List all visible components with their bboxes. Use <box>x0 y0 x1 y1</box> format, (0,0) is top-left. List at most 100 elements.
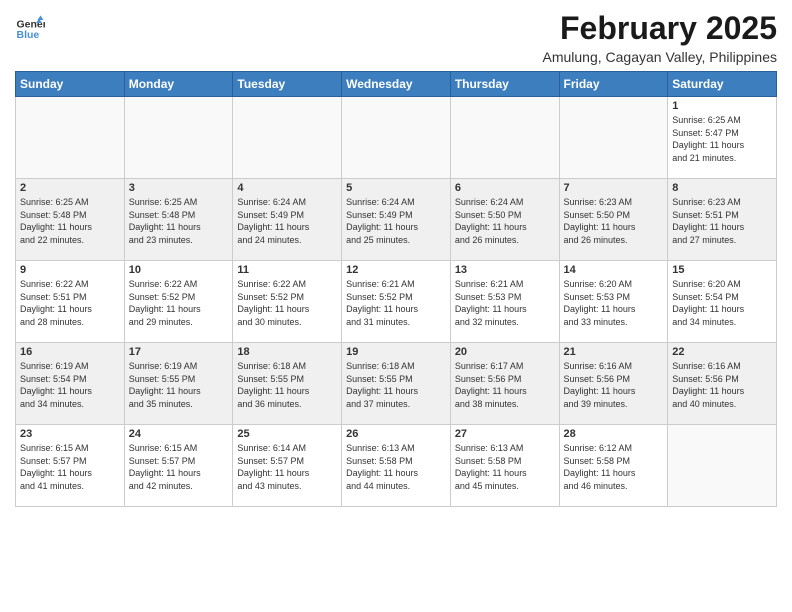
day-number: 25 <box>237 428 337 440</box>
table-row: 27 Sunrise: 6:13 AM Sunset: 5:58 PM Dayli… <box>450 425 559 507</box>
day-number: 6 <box>455 182 555 194</box>
day-info: Sunrise: 6:25 AM Sunset: 5:47 PM Dayligh… <box>672 114 772 164</box>
day-info: Sunrise: 6:18 AM Sunset: 5:55 PM Dayligh… <box>346 360 446 410</box>
day-number: 27 <box>455 428 555 440</box>
table-row: 15Sunrise: 6:20 AM Sunset: 5:54 PM Dayli… <box>668 261 777 343</box>
table-row <box>16 97 125 179</box>
day-number: 5 <box>346 182 446 194</box>
day-info: Sunrise: 6:19 AM Sunset: 5:54 PM Dayligh… <box>20 360 120 410</box>
table-row: 6 Sunrise: 6:24 AM Sunset: 5:50 PM Daylig… <box>450 179 559 261</box>
table-row: 20 Sunrise: 6:17 AM Sunset: 5:56 PM Dayli… <box>450 343 559 425</box>
svg-text:Blue: Blue <box>17 29 40 41</box>
header-monday: Monday <box>124 72 233 97</box>
table-row: 16 Sunrise: 6:19 AM Sunset: 5:54 PM Dayli… <box>16 343 125 425</box>
day-info: Sunrise: 6:23 AM Sunset: 5:50 PM Dayligh… <box>564 196 664 246</box>
logo-icon: General Blue <box>15 14 45 44</box>
table-row: 9 Sunrise: 6:22 AM Sunset: 5:51 PM Daylig… <box>16 261 125 343</box>
day-info: Sunrise: 6:12 AM Sunset: 5:58 PM Dayligh… <box>564 442 664 492</box>
day-info: Sunrise: 6:22 AM Sunset: 5:51 PM Dayligh… <box>20 278 120 328</box>
day-number: 8 <box>672 182 772 194</box>
day-info: Sunrise: 6:13 AM Sunset: 5:58 PM Dayligh… <box>346 442 446 492</box>
day-number: 3 <box>129 182 229 194</box>
table-row: 10 Sunrise: 6:22 AM Sunset: 5:52 PM Dayli… <box>124 261 233 343</box>
day-number: 7 <box>564 182 664 194</box>
table-row <box>233 97 342 179</box>
calendar-week-row: 23 Sunrise: 6:15 AM Sunset: 5:57 PM Dayli… <box>16 425 777 507</box>
day-number: 20 <box>455 346 555 358</box>
table-row: 14 Sunrise: 6:20 AM Sunset: 5:53 PM Dayli… <box>559 261 668 343</box>
table-row: 5 Sunrise: 6:24 AM Sunset: 5:49 PM Daylig… <box>342 179 451 261</box>
header-thursday: Thursday <box>450 72 559 97</box>
day-number: 18 <box>237 346 337 358</box>
day-info: Sunrise: 6:20 AM Sunset: 5:53 PM Dayligh… <box>564 278 664 328</box>
table-row <box>559 97 668 179</box>
day-number: 24 <box>129 428 229 440</box>
table-row: 1 Sunrise: 6:25 AM Sunset: 5:47 PM Daylig… <box>668 97 777 179</box>
day-info: Sunrise: 6:25 AM Sunset: 5:48 PM Dayligh… <box>20 196 120 246</box>
table-row: 28 Sunrise: 6:12 AM Sunset: 5:58 PM Dayli… <box>559 425 668 507</box>
day-info: Sunrise: 6:22 AM Sunset: 5:52 PM Dayligh… <box>129 278 229 328</box>
table-row <box>450 97 559 179</box>
day-number: 10 <box>129 264 229 276</box>
logo: General Blue <box>15 14 47 44</box>
calendar-week-row: 9 Sunrise: 6:22 AM Sunset: 5:51 PM Daylig… <box>16 261 777 343</box>
day-number: 26 <box>346 428 446 440</box>
day-number: 28 <box>564 428 664 440</box>
day-number: 12 <box>346 264 446 276</box>
day-info: Sunrise: 6:24 AM Sunset: 5:49 PM Dayligh… <box>237 196 337 246</box>
table-row: 17 Sunrise: 6:19 AM Sunset: 5:55 PM Dayli… <box>124 343 233 425</box>
calendar-header-row: Sunday Monday Tuesday Wednesday Thursday… <box>16 72 777 97</box>
table-row: 12 Sunrise: 6:21 AM Sunset: 5:52 PM Dayli… <box>342 261 451 343</box>
day-number: 17 <box>129 346 229 358</box>
day-number: 22 <box>672 346 772 358</box>
day-info: Sunrise: 6:21 AM Sunset: 5:52 PM Dayligh… <box>346 278 446 328</box>
day-info: Sunrise: 6:13 AM Sunset: 5:58 PM Dayligh… <box>455 442 555 492</box>
day-number: 1 <box>672 100 772 112</box>
day-info: Sunrise: 6:19 AM Sunset: 5:55 PM Dayligh… <box>129 360 229 410</box>
day-info: Sunrise: 6:16 AM Sunset: 5:56 PM Dayligh… <box>672 360 772 410</box>
header-wednesday: Wednesday <box>342 72 451 97</box>
table-row: 25 Sunrise: 6:14 AM Sunset: 5:57 PM Dayli… <box>233 425 342 507</box>
header-saturday: Saturday <box>668 72 777 97</box>
table-row: 23 Sunrise: 6:15 AM Sunset: 5:57 PM Dayli… <box>16 425 125 507</box>
day-number: 4 <box>237 182 337 194</box>
day-info: Sunrise: 6:14 AM Sunset: 5:57 PM Dayligh… <box>237 442 337 492</box>
table-row: 2Sunrise: 6:25 AM Sunset: 5:48 PM Daylig… <box>16 179 125 261</box>
day-info: Sunrise: 6:23 AM Sunset: 5:51 PM Dayligh… <box>672 196 772 246</box>
day-info: Sunrise: 6:24 AM Sunset: 5:50 PM Dayligh… <box>455 196 555 246</box>
day-info: Sunrise: 6:15 AM Sunset: 5:57 PM Dayligh… <box>20 442 120 492</box>
table-row: 19 Sunrise: 6:18 AM Sunset: 5:55 PM Dayli… <box>342 343 451 425</box>
calendar-table: Sunday Monday Tuesday Wednesday Thursday… <box>15 71 777 507</box>
day-number: 21 <box>564 346 664 358</box>
header-sunday: Sunday <box>16 72 125 97</box>
page-title: February 2025 <box>542 10 777 47</box>
table-row <box>342 97 451 179</box>
table-row <box>124 97 233 179</box>
page-subtitle: Amulung, Cagayan Valley, Philippines <box>542 49 777 65</box>
table-row: 4 Sunrise: 6:24 AM Sunset: 5:49 PM Daylig… <box>233 179 342 261</box>
header-friday: Friday <box>559 72 668 97</box>
day-info: Sunrise: 6:18 AM Sunset: 5:55 PM Dayligh… <box>237 360 337 410</box>
day-info: Sunrise: 6:15 AM Sunset: 5:57 PM Dayligh… <box>129 442 229 492</box>
day-number: 23 <box>20 428 120 440</box>
table-row: 8 Sunrise: 6:23 AM Sunset: 5:51 PM Daylig… <box>668 179 777 261</box>
header-tuesday: Tuesday <box>233 72 342 97</box>
calendar-week-row: 1 Sunrise: 6:25 AM Sunset: 5:47 PM Daylig… <box>16 97 777 179</box>
title-block: February 2025 Amulung, Cagayan Valley, P… <box>542 10 777 65</box>
table-row <box>668 425 777 507</box>
day-number: 16 <box>20 346 120 358</box>
table-row: 7 Sunrise: 6:23 AM Sunset: 5:50 PM Daylig… <box>559 179 668 261</box>
calendar-week-row: 16 Sunrise: 6:19 AM Sunset: 5:54 PM Dayli… <box>16 343 777 425</box>
table-row: 24 Sunrise: 6:15 AM Sunset: 5:57 PM Dayli… <box>124 425 233 507</box>
day-info: Sunrise: 6:16 AM Sunset: 5:56 PM Dayligh… <box>564 360 664 410</box>
day-number: 9 <box>20 264 120 276</box>
day-info: Sunrise: 6:22 AM Sunset: 5:52 PM Dayligh… <box>237 278 337 328</box>
table-row: 21 Sunrise: 6:16 AM Sunset: 5:56 PM Dayli… <box>559 343 668 425</box>
table-row: 18 Sunrise: 6:18 AM Sunset: 5:55 PM Dayli… <box>233 343 342 425</box>
day-info: Sunrise: 6:25 AM Sunset: 5:48 PM Dayligh… <box>129 196 229 246</box>
day-number: 11 <box>237 264 337 276</box>
day-info: Sunrise: 6:17 AM Sunset: 5:56 PM Dayligh… <box>455 360 555 410</box>
day-number: 19 <box>346 346 446 358</box>
day-info: Sunrise: 6:24 AM Sunset: 5:49 PM Dayligh… <box>346 196 446 246</box>
day-number: 14 <box>564 264 664 276</box>
